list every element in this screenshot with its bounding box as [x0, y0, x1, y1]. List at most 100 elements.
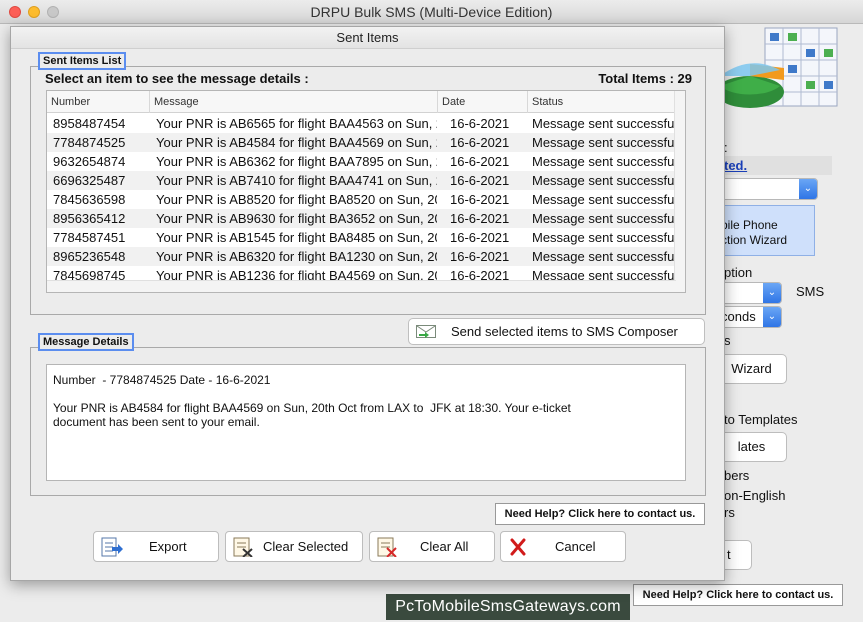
- cancel-label: Cancel: [555, 539, 596, 554]
- details-number-date: Number - 7784874525 Date - 16-6-2021: [53, 373, 271, 387]
- chevron-down-icon: ⌄: [799, 179, 817, 199]
- bg-seconds-value: conds: [721, 309, 756, 324]
- cell-message: Your PNR is AB6362 for flight BAA7895 on…: [156, 154, 437, 169]
- close-icon: [510, 538, 526, 556]
- cell-date: 16-6-2021: [450, 211, 510, 226]
- column-number[interactable]: Number: [47, 91, 150, 113]
- send-to-composer-button[interactable]: Send selected items to SMS Composer: [408, 318, 705, 345]
- send-message-icon: [416, 325, 436, 338]
- cell-status: Message sent successfully: [532, 116, 674, 131]
- cell-message: Your PNR is AB7410 for flight BAA4741 on…: [156, 173, 437, 188]
- cell-date: 16-6-2021: [450, 192, 510, 207]
- table-header: Number Message Date Status: [47, 91, 685, 113]
- total-items: Total Items : 29: [598, 71, 692, 86]
- cell-date: 16-6-2021: [450, 230, 510, 245]
- app-logo-icon: [720, 27, 838, 108]
- cell-status: Message sent successfully: [532, 192, 674, 207]
- table-row[interactable]: 8956365412 Your PNR is AB9630 for flight …: [47, 209, 685, 228]
- table-row[interactable]: 9632654874 Your PNR is AB6362 for flight …: [47, 152, 685, 171]
- cell-date: 16-6-2021: [450, 116, 510, 131]
- cell-number: 8958487454: [53, 116, 126, 131]
- cell-message: Your PNR is AB1545 for flight BA8485 on …: [156, 230, 437, 245]
- table-vertical-scrollbar[interactable]: [674, 91, 685, 292]
- send-button-label: Send selected items to SMS Composer: [451, 324, 678, 339]
- bg-numbers-label: bers: [724, 468, 750, 483]
- cell-message: Your PNR is AB4584 for flight BAA4569 on…: [156, 135, 437, 150]
- window-titlebar: DRPU Bulk SMS (Multi-Device Edition): [0, 0, 863, 24]
- table-row[interactable]: 8965236548 Your PNR is AB6320 for flight …: [47, 247, 685, 266]
- cell-status: Message sent successfully: [532, 173, 674, 188]
- bg-templates-button[interactable]: lates: [716, 432, 787, 462]
- table-row[interactable]: 7845636598 Your PNR is AB8520 for flight …: [47, 190, 685, 209]
- bg-link[interactable]: ted.: [724, 158, 747, 173]
- select-caption: Select an item to see the message detail…: [45, 71, 309, 86]
- cell-number: 8965236548: [53, 249, 126, 264]
- cell-message: Your PNR is AB6565 for flight BAA4563 on…: [156, 116, 437, 131]
- table-row[interactable]: 8958487454 Your PNR is AB6565 for flight …: [47, 114, 685, 133]
- cell-number: 9632654874: [53, 154, 126, 169]
- chevron-down-icon: ⌄: [763, 307, 781, 327]
- cell-status: Message sent successfully: [532, 249, 674, 264]
- bg-mobile-line1: bile Phone: [721, 218, 778, 232]
- message-details-text: Number - 7784874525 Date - 16-6-2021 You…: [46, 364, 686, 481]
- minimize-window-button[interactable]: [28, 6, 40, 18]
- cell-number: 7845636598: [53, 192, 126, 207]
- cell-number: 7784587451: [53, 230, 126, 245]
- export-icon: [101, 537, 123, 557]
- bg-mobile-wizard-box[interactable]: bile Phone ction Wizard: [716, 205, 815, 256]
- message-details-legend: Message Details: [38, 333, 134, 351]
- table-row[interactable]: 6696325487 Your PNR is AB7410 for flight …: [47, 171, 685, 190]
- cell-status: Message sent successfully: [532, 230, 674, 245]
- cell-date: 16-6-2021: [450, 154, 510, 169]
- cell-message: Your PNR is AB6320 for flight BA1230 on …: [156, 249, 437, 264]
- close-window-button[interactable]: [9, 6, 21, 18]
- bg-option-select[interactable]: ⌄: [716, 282, 782, 304]
- table-row[interactable]: 7784587451 Your PNR is AB1545 for flight …: [47, 228, 685, 247]
- watermark: PcToMobileSmsGateways.com: [386, 594, 630, 620]
- sent-items-table: Number Message Date Status 8958487454 You…: [46, 90, 686, 293]
- window-title: DRPU Bulk SMS (Multi-Device Edition): [310, 4, 553, 20]
- bg-sms-label: SMS: [796, 284, 825, 299]
- details-message-line2: document has been sent to your email.: [53, 415, 260, 429]
- export-button[interactable]: Export: [93, 531, 219, 562]
- column-message[interactable]: Message: [150, 91, 438, 113]
- bg-option-label: ption: [724, 265, 753, 280]
- details-message-line1: Your PNR is AB4584 for flight BAA4569 on…: [53, 401, 571, 415]
- cell-status: Message sent successfully: [532, 154, 674, 169]
- dialog-title: Sent Items: [11, 27, 724, 49]
- cancel-button[interactable]: Cancel: [500, 531, 626, 562]
- cell-date: 16-6-2021: [450, 173, 510, 188]
- cell-status: Message sent successfully: [532, 135, 674, 150]
- chevron-down-icon: ⌄: [763, 283, 781, 303]
- zoom-window-button[interactable]: [47, 6, 59, 18]
- cell-message: Your PNR is AB9630 for flight BA3652 on …: [156, 211, 437, 226]
- cell-number: 8956365412: [53, 211, 126, 226]
- cell-status: Message sent successfully: [532, 211, 674, 226]
- bg-non-english-label: on-English: [724, 488, 786, 503]
- export-label: Export: [149, 539, 187, 554]
- cell-date: 16-6-2021: [450, 135, 510, 150]
- cell-message: Your PNR is AB8520 for flight BA8520 on …: [156, 192, 437, 207]
- bg-wizard-button[interactable]: Wizard: [716, 354, 787, 384]
- bg-device-select[interactable]: ⌄: [716, 178, 818, 200]
- clear-all-label: Clear All: [420, 539, 469, 554]
- cell-number: 7784874525: [53, 135, 126, 150]
- bg-help-link[interactable]: Need Help? Click here to contact us.: [633, 584, 843, 606]
- cell-date: 16-6-2021: [450, 249, 510, 264]
- column-date[interactable]: Date: [438, 91, 528, 113]
- table-row[interactable]: 7784874525 Your PNR is AB4584 for flight …: [47, 133, 685, 152]
- bg-rs-label: rs: [724, 505, 735, 520]
- help-link[interactable]: Need Help? Click here to contact us.: [495, 503, 705, 525]
- table-body: 8958487454 Your PNR is AB6565 for flight …: [47, 114, 685, 285]
- bg-seconds-select[interactable]: conds ⌄: [716, 306, 782, 328]
- clear-selected-button[interactable]: Clear Selected: [225, 531, 363, 562]
- bg-mobile-line2: ction Wizard: [721, 233, 788, 247]
- cell-number: 6696325487: [53, 173, 126, 188]
- column-status[interactable]: Status: [528, 91, 676, 113]
- table-horizontal-scrollbar[interactable]: [47, 280, 676, 292]
- bg-templates-label: to Templates: [724, 412, 798, 427]
- clear-all-icon: [377, 537, 397, 557]
- clear-all-button[interactable]: Clear All: [369, 531, 495, 562]
- clear-selected-icon: [233, 537, 253, 557]
- sent-items-legend: Sent Items List: [38, 52, 127, 70]
